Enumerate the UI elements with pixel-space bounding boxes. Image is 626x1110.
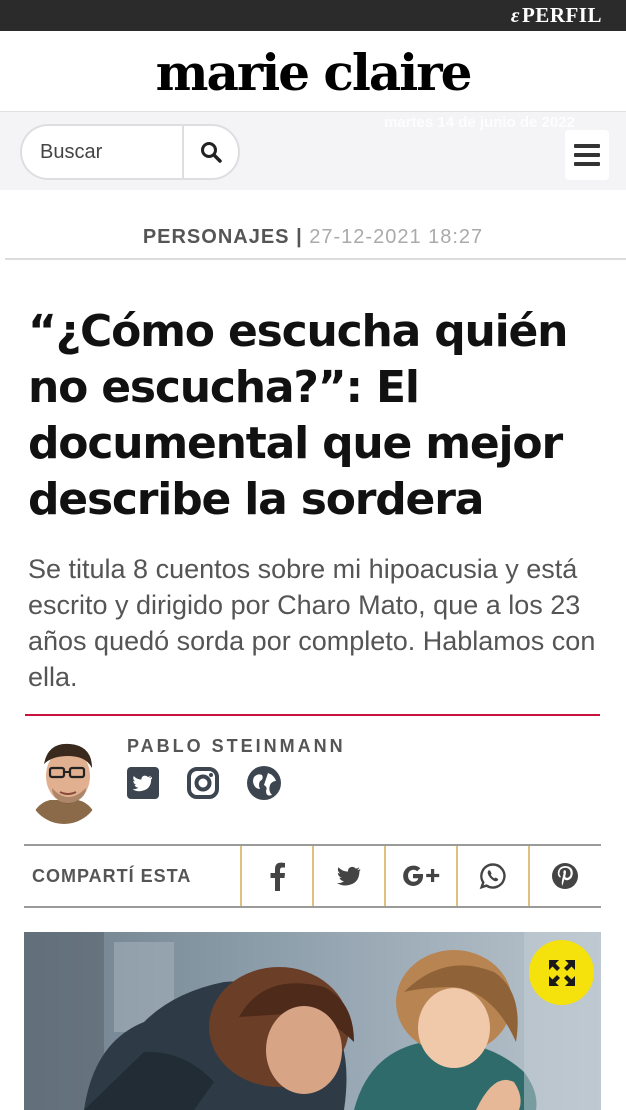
pinterest-icon <box>552 863 578 889</box>
instagram-icon <box>187 767 219 799</box>
globe-icon <box>247 766 281 800</box>
search-input[interactable] <box>20 124 184 180</box>
share-twitter-button[interactable] <box>312 846 384 906</box>
publish-datetime: 27-12-2021 18:27 <box>309 226 484 248</box>
author-avatar[interactable] <box>28 734 100 824</box>
share-google-plus-button[interactable] <box>384 846 456 906</box>
expand-icon <box>548 959 575 986</box>
author-instagram-link[interactable] <box>185 765 221 801</box>
author-twitter-link[interactable] <box>125 765 161 801</box>
article-photo[interactable] <box>24 932 601 1110</box>
google-plus-icon <box>403 865 440 886</box>
perfil-mark-icon: ε <box>510 3 520 27</box>
expand-button[interactable] <box>529 940 594 1005</box>
meta-separator: | <box>296 226 303 248</box>
author-website-link[interactable] <box>246 765 282 801</box>
site-logo[interactable]: marie claire <box>0 45 626 101</box>
article-dek: Se titula 8 cuentos sobre mi hipoacusia … <box>28 554 596 692</box>
divider <box>5 258 626 260</box>
share-bar: COMPARTÍ ESTA <box>24 844 601 908</box>
share-facebook-button[interactable] <box>240 846 312 906</box>
hamburger-menu-icon <box>574 144 600 148</box>
article-headline: “¿Cómo escucha quién no escucha?”: El do… <box>28 306 568 525</box>
whatsapp-icon <box>479 863 506 890</box>
facebook-icon <box>270 862 285 891</box>
search-button[interactable] <box>182 124 240 180</box>
share-label: COMPARTÍ ESTA <box>32 866 192 886</box>
date-watermark: martes 14 de junio de 2022 <box>384 114 575 131</box>
author-name[interactable]: PABLO STEINMANN <box>127 736 346 757</box>
twitter-icon <box>127 767 159 799</box>
network-bar: εPERFIL <box>0 0 626 31</box>
perfil-logo[interactable]: εPERFIL <box>511 3 602 28</box>
site-header: marie claire <box>0 31 626 112</box>
share-whatsapp-button[interactable] <box>456 846 528 906</box>
twitter-icon <box>337 866 361 886</box>
search-bar: martes 14 de junio de 2022 <box>0 112 626 190</box>
article-meta: PERSONAJES | 27-12-2021 18:27 <box>0 226 626 249</box>
section-link[interactable]: PERSONAJES <box>143 226 290 248</box>
share-pinterest-button[interactable] <box>528 846 600 906</box>
search-icon <box>201 142 222 163</box>
accent-divider <box>25 714 600 716</box>
menu-button[interactable] <box>565 130 609 180</box>
